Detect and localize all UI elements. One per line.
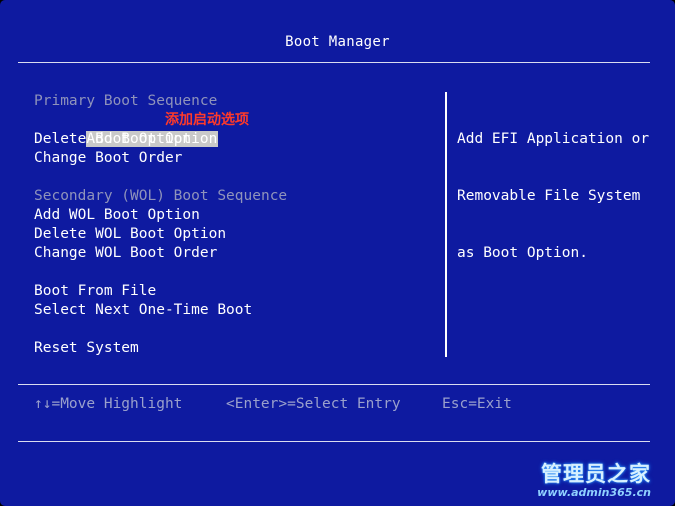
help-panel: Add EFI Application or Removable File Sy… <box>457 92 657 301</box>
watermark-url-text: www.admin365.cn <box>537 486 651 499</box>
help-line: Removable File System <box>457 188 641 204</box>
menu-item-delete-wol-boot-option[interactable]: Delete WOL Boot Option <box>34 225 434 244</box>
footer-bottom-divider <box>18 441 650 442</box>
watermark-logo: 管理员之家 www.admin365.cn <box>537 458 651 499</box>
footer-exit: Esc=Exit <box>442 396 512 412</box>
footer-select-entry: <Enter>=Select Entry <box>226 396 401 412</box>
boot-manager-screen: Boot Manager Primary Boot Sequence Add B… <box>0 0 675 506</box>
menu-spacer <box>34 168 434 187</box>
watermark-main-text: 管理员之家 <box>541 462 651 486</box>
menu-item-add-wol-boot-option[interactable]: Add WOL Boot Option <box>34 206 434 225</box>
footer-move-highlight: ↑↓=Move Highlight <box>34 396 183 412</box>
secondary-boot-sequence-header: Secondary (WOL) Boot Sequence <box>34 188 288 204</box>
menu-item-boot-from-file[interactable]: Boot From File <box>34 282 434 301</box>
menu-item-change-wol-boot-order[interactable]: Change WOL Boot Order <box>34 244 434 263</box>
help-line: Add EFI Application or <box>457 131 650 147</box>
menu-item-delete-boot-option[interactable]: Delete Boot Option <box>34 130 434 149</box>
help-divider <box>445 92 447 357</box>
help-line: as Boot Option. <box>457 245 588 261</box>
footer-top-divider <box>18 384 650 385</box>
menu-spacer <box>34 263 434 282</box>
annotation-label: 添加启动选项 <box>165 112 249 128</box>
menu-item-select-next-one-time-boot[interactable]: Select Next One-Time Boot <box>34 301 434 320</box>
menu-item-add-boot-option[interactable]: Add Boot Option 添加启动选项 <box>34 111 434 147</box>
top-divider <box>18 62 650 63</box>
screen-title: Boot Manager <box>285 34 390 50</box>
menu-spacer <box>34 320 434 339</box>
menu-item-reset-system[interactable]: Reset System <box>34 339 434 358</box>
menu-item-change-boot-order[interactable]: Change Boot Order <box>34 149 434 168</box>
boot-menu: Primary Boot Sequence Add Boot Option 添加… <box>34 92 434 358</box>
primary-boot-sequence-header: Primary Boot Sequence <box>34 93 218 109</box>
